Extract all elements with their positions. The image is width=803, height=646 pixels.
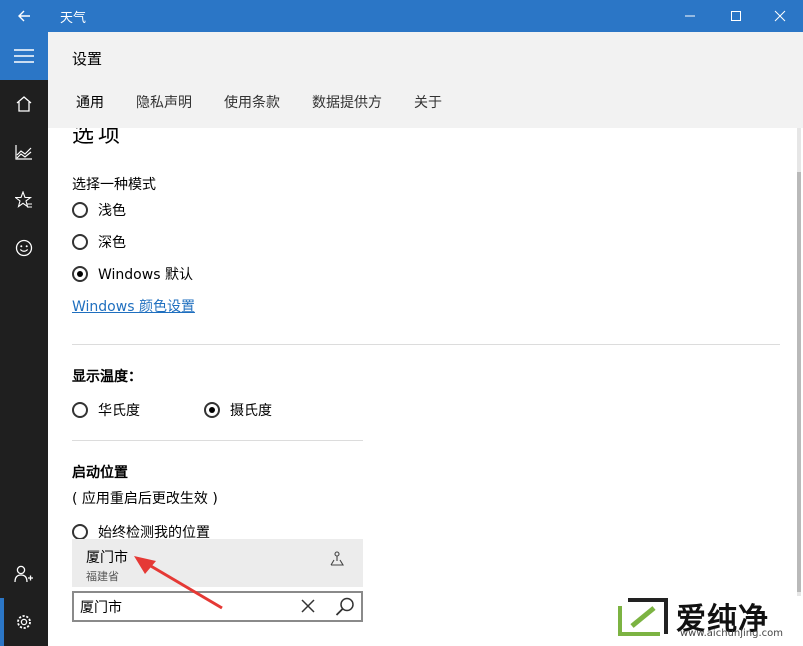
- scrollbar-thumb[interactable]: [797, 172, 801, 592]
- clear-x-icon: [300, 598, 316, 614]
- radio-dark[interactable]: 深色: [72, 232, 126, 252]
- close-button[interactable]: [757, 0, 803, 32]
- temperature-heading: 显示温度：: [72, 366, 142, 386]
- tab-data-providers[interactable]: 数据提供方: [312, 92, 382, 112]
- minimize-icon: [684, 10, 696, 22]
- page-title: 设置: [72, 48, 102, 69]
- sidebar-item-favorites[interactable]: [0, 176, 48, 224]
- window-title: 天气: [60, 7, 86, 26]
- back-button[interactable]: [0, 0, 48, 32]
- red-arrow-icon: [130, 552, 230, 612]
- section-divider: [72, 344, 780, 345]
- maximize-button[interactable]: [713, 0, 759, 32]
- radio-circle: [72, 202, 88, 218]
- tab-about[interactable]: 关于: [414, 92, 442, 112]
- tab-strip: 通用 隐私声明 使用条款 数据提供方 关于: [76, 92, 474, 112]
- radio-label: Windows 默认: [98, 264, 193, 284]
- radio-celsius[interactable]: 摄氏度: [204, 400, 272, 420]
- aichunjing-logo: [614, 594, 672, 640]
- radio-label: 浅色: [98, 200, 126, 220]
- hamburger-button[interactable]: [0, 32, 48, 80]
- suggestion-province: 福建省: [86, 568, 119, 584]
- home-icon: [15, 95, 33, 113]
- sidebar-item-account[interactable]: [0, 550, 48, 598]
- startup-note: ( 应用重启后更改生效 ): [72, 488, 218, 508]
- back-arrow-icon: [17, 9, 31, 23]
- windows-color-settings-link[interactable]: Windows 颜色设置: [72, 296, 195, 316]
- sidebar: [0, 32, 48, 646]
- selection-indicator: [0, 598, 4, 646]
- tab-terms[interactable]: 使用条款: [224, 92, 280, 112]
- tab-privacy[interactable]: 隐私声明: [136, 92, 192, 112]
- sidebar-item-settings[interactable]: [0, 598, 48, 646]
- location-pin-icon: [329, 551, 345, 567]
- watermark-url: www.aichunjing.com: [680, 628, 783, 639]
- location-button[interactable]: [329, 551, 345, 571]
- search-button[interactable]: [334, 596, 356, 622]
- hamburger-menu-icon: [14, 48, 34, 64]
- settings-header: 设置 通用 隐私声明 使用条款 数据提供方 关于: [48, 32, 803, 128]
- clear-button[interactable]: [300, 598, 316, 618]
- settings-gear-icon: [15, 613, 33, 631]
- radio-circle: [72, 524, 88, 540]
- favorites-icon: [15, 191, 33, 209]
- radio-light[interactable]: 浅色: [72, 200, 126, 220]
- suggestion-city: 厦门市: [86, 547, 128, 567]
- startup-heading: 启动位置: [72, 462, 128, 482]
- add-user-icon: [14, 565, 34, 583]
- radio-label: 深色: [98, 232, 126, 252]
- mode-prompt: 选择一种模式: [72, 174, 156, 194]
- content-scrollbar[interactable]: [795, 128, 803, 596]
- chart-icon: [15, 143, 33, 161]
- section-heading-partial: 选项: [72, 128, 124, 149]
- radio-circle-checked: [204, 402, 220, 418]
- maximize-icon: [730, 10, 742, 22]
- sidebar-item-feedback[interactable]: [0, 224, 48, 272]
- minimize-button[interactable]: [667, 0, 713, 32]
- radio-fahrenheit[interactable]: 华氏度: [72, 400, 140, 420]
- close-icon: [774, 10, 786, 22]
- radio-circle: [72, 402, 88, 418]
- sidebar-item-home[interactable]: [0, 80, 48, 128]
- tab-general[interactable]: 通用: [76, 92, 104, 112]
- radio-windows-default[interactable]: Windows 默认: [72, 264, 193, 284]
- radio-label: 摄氏度: [230, 400, 272, 420]
- sidebar-item-charts[interactable]: [0, 128, 48, 176]
- search-magnifier-icon: [334, 596, 356, 618]
- radio-circle-checked: [72, 266, 88, 282]
- smiley-icon: [15, 239, 33, 257]
- title-bar: 天气: [0, 0, 803, 32]
- radio-label: 华氏度: [98, 400, 140, 420]
- watermark: 爱纯净 www.aichunjing.com: [610, 590, 800, 646]
- section-divider: [72, 440, 363, 441]
- radio-circle: [72, 234, 88, 250]
